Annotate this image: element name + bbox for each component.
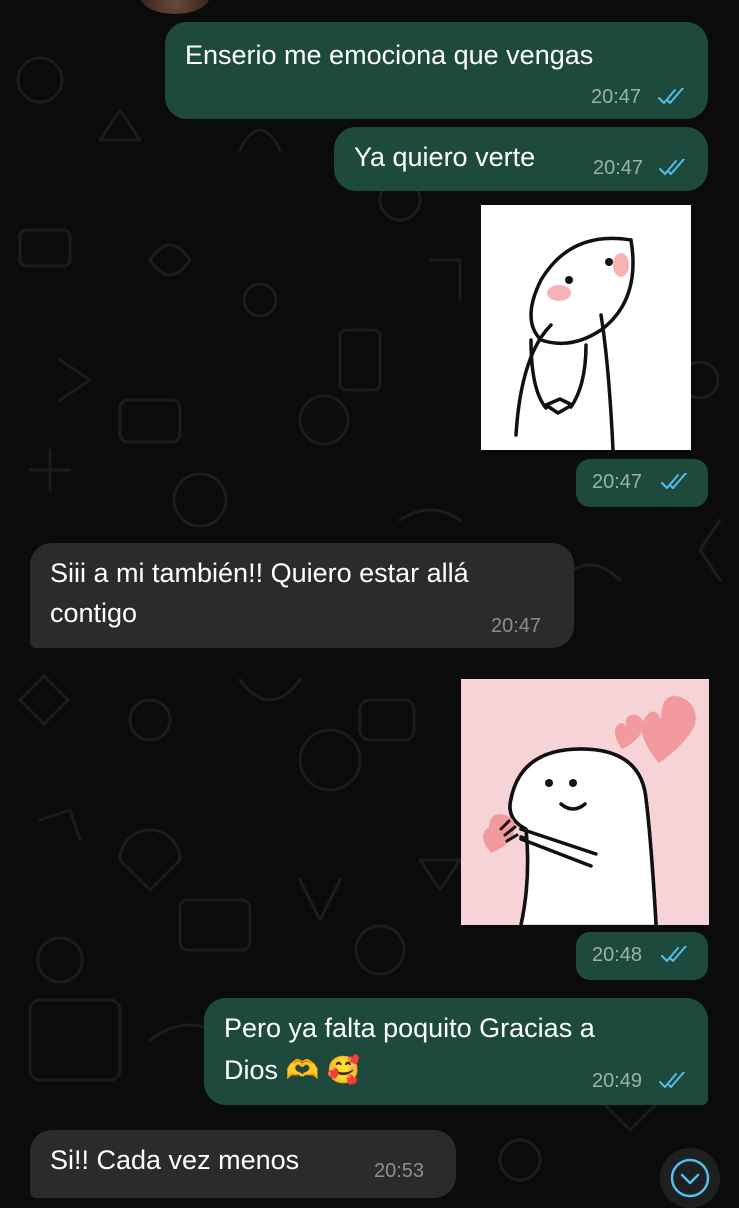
message-time: 20:47: [491, 615, 542, 637]
double-check-icon: [659, 159, 685, 175]
message-text: Ya quiero verte: [354, 142, 536, 172]
message-time: 20:48: [592, 944, 643, 966]
sticker-time-pill: 20:47: [576, 459, 708, 507]
shy-flork-sticker[interactable]: [481, 205, 691, 450]
message-text: Si!! Cada vez menos: [50, 1145, 300, 1175]
flork-holding-heart-sticker[interactable]: [461, 679, 709, 925]
message-time: 20:53: [374, 1160, 425, 1182]
double-check-icon: [658, 88, 684, 104]
incoming-message-bubble[interactable]: Si!! Cada vez menos 20:53: [30, 1130, 456, 1198]
message-text-line-1: Pero ya falta poquito Gracias a: [224, 1013, 595, 1043]
message-time: 20:47: [593, 157, 644, 179]
double-check-icon: [659, 1072, 685, 1088]
message-text-line-2: Dios 🫶 🥰: [224, 1055, 361, 1085]
top-bar: [0, 0, 739, 18]
message-text-line-1: Siii a mi también!! Quiero estar allá: [50, 558, 469, 588]
outgoing-message-bubble[interactable]: Pero ya falta poquito Gracias a Dios 🫶 🥰…: [204, 998, 708, 1105]
message-time: 20:47: [592, 471, 643, 493]
message-text: Enserio me emociona que vengas: [185, 40, 594, 70]
avatar[interactable]: [140, 0, 210, 14]
scroll-to-bottom-button[interactable]: [660, 1148, 720, 1208]
outgoing-message-bubble[interactable]: Ya quiero verte 20:47: [334, 127, 708, 191]
message-text-line-2: contigo: [50, 598, 138, 628]
message-time: 20:47: [591, 86, 642, 108]
double-check-icon: [661, 473, 687, 489]
message-time: 20:49: [592, 1070, 643, 1092]
incoming-message-bubble[interactable]: Siii a mi también!! Quiero estar allá co…: [30, 543, 574, 648]
double-check-icon: [661, 946, 687, 962]
sticker-time-pill: 20:48: [576, 932, 708, 980]
outgoing-message-bubble[interactable]: Enserio me emociona que vengas 20:47: [165, 22, 708, 119]
chevron-down-icon: [670, 1158, 710, 1198]
